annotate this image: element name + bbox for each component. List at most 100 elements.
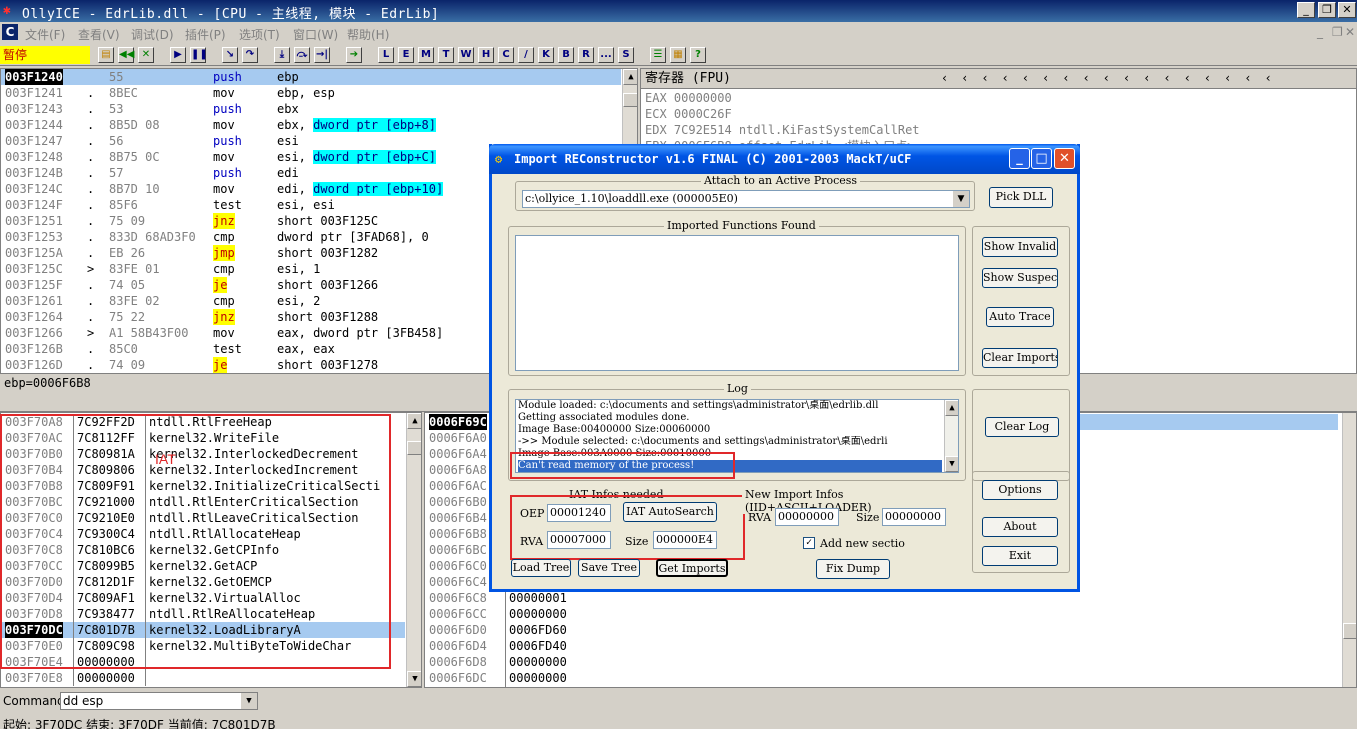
execute-till-return-icon[interactable]: →| [314, 47, 330, 63]
goto-icon[interactable]: ➔ [346, 47, 362, 63]
register-nav-arrows[interactable]: ‹‹‹‹‹‹‹‹‹‹‹‹‹‹‹‹‹ [941, 71, 1285, 85]
toolbar-s-button[interactable]: S [618, 47, 634, 63]
trace-over-icon[interactable]: ⤼ [294, 47, 310, 63]
toolbar-c-button[interactable]: C [498, 47, 514, 63]
menu-plugins[interactable]: 插件(P) [185, 26, 226, 43]
stack-address: 0006F6D4 [429, 639, 487, 653]
dlg-maximize-button[interactable]: □ [1031, 148, 1052, 169]
minimize-button[interactable]: _ [1297, 2, 1315, 18]
add-new-section-checkbox[interactable]: ✓ [803, 537, 815, 549]
process-select[interactable]: c:\ollyice_1.10\loaddll.exe (000005E0) ▼ [522, 190, 970, 208]
log-line[interactable]: Image Base:00400000 Size:00060000 [518, 424, 942, 436]
exit-button[interactable]: Exit [982, 546, 1058, 566]
toolbar-t-button[interactable]: T [438, 47, 454, 63]
menu-help[interactable]: 帮助(H) [347, 26, 389, 43]
stack-row[interactable]: 0006F6D4 0006FD40 [425, 638, 567, 654]
menu-debug[interactable]: 调试(D) [131, 26, 174, 43]
command-dropdown-icon[interactable]: ▼ [241, 693, 257, 709]
toolbar-e-button[interactable]: E [398, 47, 414, 63]
iat-autosearch-button[interactable]: IAT AutoSearch [623, 502, 717, 522]
log-scroll-down-icon[interactable]: ▼ [945, 456, 958, 472]
show-invalid-button[interactable]: Show Invalid [982, 237, 1058, 257]
register-row[interactable]: ECX 0000C26F [645, 106, 732, 122]
toolbar-h-button[interactable]: H [478, 47, 494, 63]
stack-row[interactable]: 0006F6DC 00000000 [425, 670, 567, 686]
list-icon[interactable]: ☰ [650, 47, 666, 63]
new-rva-input[interactable]: 00000000 [775, 508, 839, 526]
grid-icon[interactable]: ▦ [670, 47, 686, 63]
stack-row[interactable]: 0006F6D8 00000000 [425, 654, 567, 670]
restart-icon[interactable]: ◀◀ [118, 47, 134, 63]
disasm-row[interactable]: 003F1244. 8B5D 08 mov ebx, dword ptr [ebp+8… [1, 117, 621, 133]
dlg-minimize-button[interactable]: _ [1009, 148, 1030, 169]
clear-log-button[interactable]: Clear Log [985, 417, 1059, 437]
scroll-up-icon[interactable]: ▲ [623, 69, 637, 85]
stack-row[interactable]: 0006F6D0 0006FD60 [425, 622, 567, 638]
dlg-close-button[interactable]: ✕ [1054, 148, 1075, 169]
toolbar-r-button[interactable]: R [578, 47, 594, 63]
disasm-row[interactable]: 003F1240 55 push ebp [1, 69, 621, 85]
log-line[interactable]: Module loaded: c:\documents and settings… [518, 400, 942, 412]
dump-scroll-down-icon[interactable]: ▼ [407, 671, 421, 687]
log-scrollbar[interactable]: ▲ ▼ [944, 400, 958, 472]
log-scroll-up-icon[interactable]: ▲ [945, 400, 958, 416]
show-suspect-button[interactable]: Show Suspect [982, 268, 1058, 288]
toolbar-w-button[interactable]: W [458, 47, 474, 63]
pick-dll-button[interactable]: Pick DLL [989, 187, 1053, 208]
run-icon[interactable]: ▶ [170, 47, 186, 63]
disasm-row[interactable]: 003F1241. 8BEC mov ebp, esp [1, 85, 621, 101]
process-dropdown-icon[interactable]: ▼ [953, 191, 969, 207]
command-input[interactable]: dd esp ▼ [60, 692, 258, 710]
scroll-thumb[interactable] [623, 93, 637, 107]
stack-row[interactable]: 0006F6CC 00000000 [425, 606, 567, 622]
stack-scrollbar[interactable] [1342, 413, 1356, 687]
toolbar-b-button[interactable]: B [558, 47, 574, 63]
open-icon[interactable]: ▤ [98, 47, 114, 63]
stack-scroll-thumb[interactable] [1343, 623, 1356, 639]
clear-imports-button[interactable]: Clear Imports [982, 348, 1058, 368]
mdi-close-icon[interactable]: ✕ [1345, 25, 1355, 39]
new-size-input[interactable]: 00000000 [882, 508, 946, 526]
restore-button[interactable]: ❐ [1318, 2, 1336, 18]
rva-input[interactable]: 00007000 [547, 531, 611, 549]
pause-icon[interactable]: ❚❚ [190, 47, 208, 63]
oep-input[interactable]: 00001240 [547, 504, 611, 522]
register-row[interactable]: EAX 00000000 [645, 90, 732, 106]
mdi-restore-icon[interactable]: ❐ [1332, 25, 1343, 39]
size-input[interactable]: 000000E4 [653, 531, 717, 549]
close-program-icon[interactable]: ✕ [138, 47, 154, 63]
menu-view[interactable]: 查看(V) [78, 26, 120, 43]
log-line[interactable]: Getting associated modules done. [518, 412, 942, 424]
about-button[interactable]: About [982, 517, 1058, 537]
imported-functions-tree[interactable] [515, 235, 959, 371]
close-button[interactable]: ✕ [1338, 2, 1356, 18]
load-tree-button[interactable]: Load Tree [511, 559, 571, 577]
options-button[interactable]: Options [982, 480, 1058, 500]
dump-scroll-thumb[interactable] [407, 441, 421, 455]
toolbar-dots-button[interactable]: ... [598, 47, 614, 63]
save-tree-button[interactable]: Save Tree [578, 559, 640, 577]
get-imports-button[interactable]: Get Imports [656, 559, 728, 577]
step-into-icon[interactable]: ↘ [222, 47, 238, 63]
trace-into-icon[interactable]: ⤓ [274, 47, 290, 63]
mdi-minimize-icon[interactable]: _ [1317, 25, 1323, 39]
toolbar-slash-button[interactable]: / [518, 47, 534, 63]
step-over-icon[interactable]: ↷ [242, 47, 258, 63]
log-line[interactable]: ->> Module selected: c:\documents and se… [518, 436, 942, 448]
size-label: Size [625, 535, 649, 548]
dump-scroll-up-icon[interactable]: ▲ [407, 413, 421, 429]
dump-scrollbar[interactable]: ▲ ▼ [406, 413, 421, 687]
toolbar-l-button[interactable]: L [378, 47, 394, 63]
menu-file[interactable]: 文件(F) [25, 26, 65, 43]
fix-dump-button[interactable]: Fix Dump [816, 559, 890, 579]
stack-row[interactable]: 0006F6C8 00000001 [425, 590, 567, 606]
menu-options[interactable]: 选项(T) [239, 26, 280, 43]
disasm-row[interactable]: 003F1243. 53 push ebx [1, 101, 621, 117]
auto-trace-button[interactable]: Auto Trace [986, 307, 1054, 327]
dump-row[interactable]: 003F70E8 00000000 [1, 670, 405, 686]
menu-window[interactable]: 窗口(W) [293, 26, 338, 43]
toolbar-k-button[interactable]: K [538, 47, 554, 63]
register-row[interactable]: EDX 7C92E514 ntdll.KiFastSystemCallRet [645, 122, 920, 138]
toolbar-m-button[interactable]: M [418, 47, 434, 63]
help-icon[interactable]: ? [690, 47, 706, 63]
